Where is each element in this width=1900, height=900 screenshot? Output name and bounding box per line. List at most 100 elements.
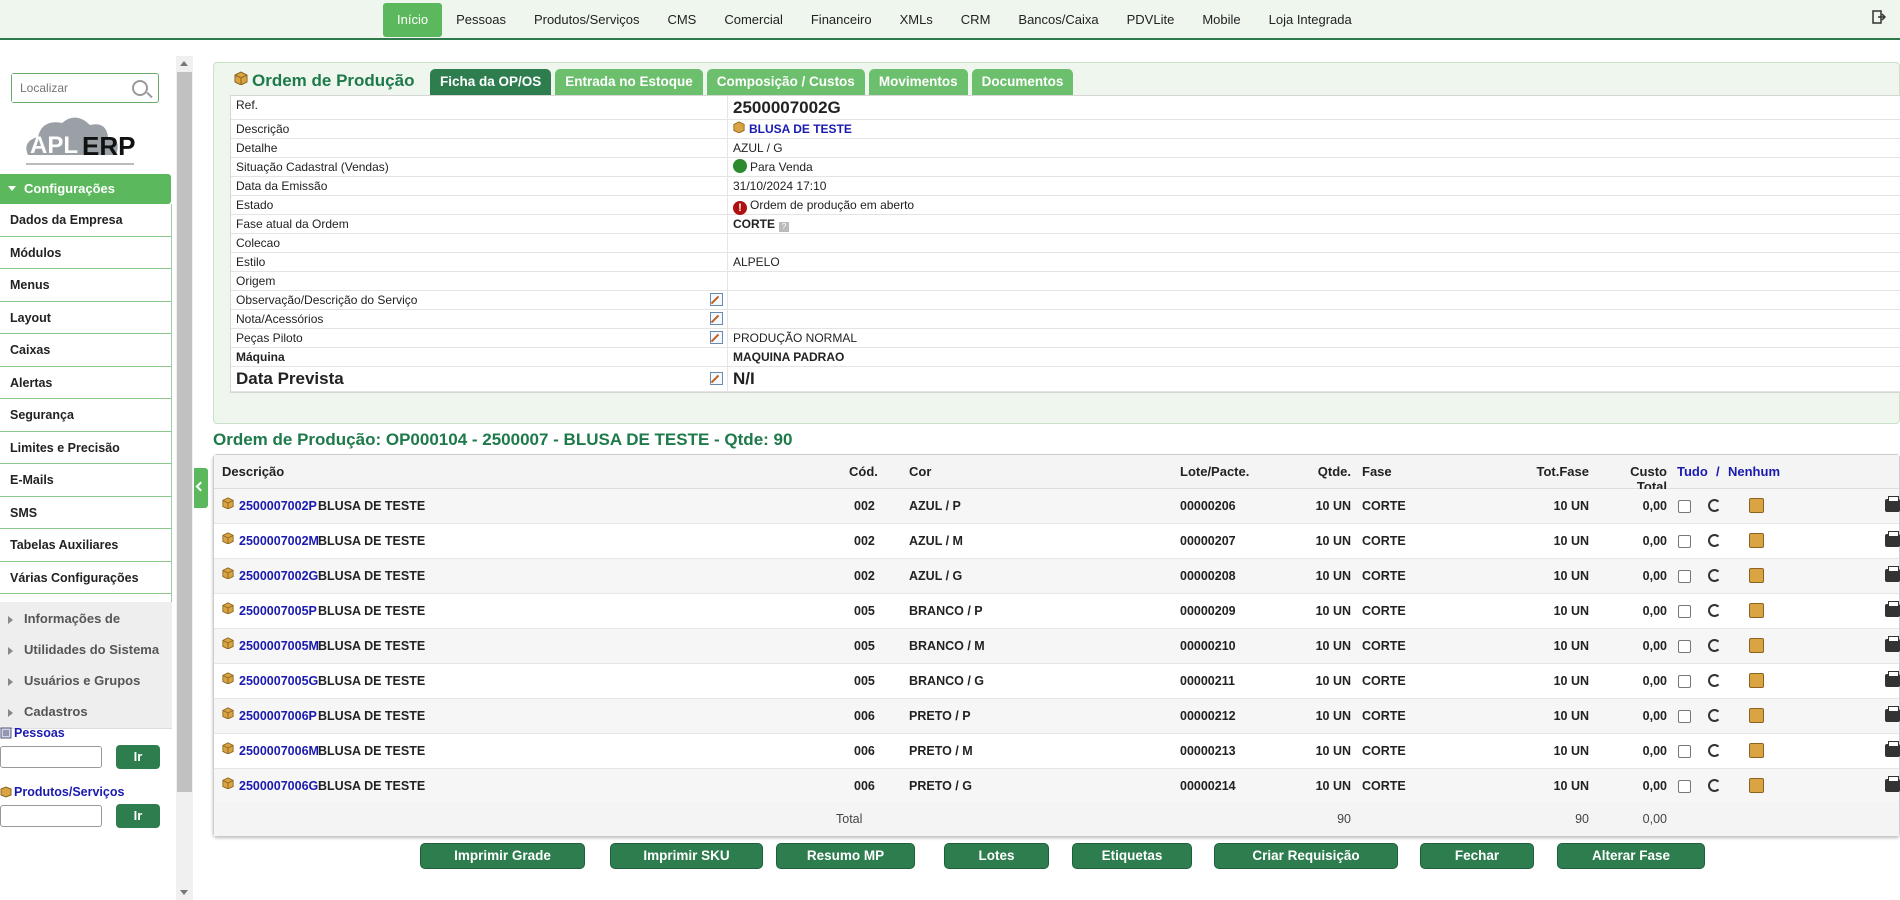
quick-go-button-0[interactable]: Ir — [116, 745, 160, 769]
package-action-icon[interactable] — [1749, 568, 1764, 583]
refresh-icon[interactable] — [1708, 674, 1721, 687]
logout-icon[interactable] — [1872, 10, 1886, 24]
print-icon[interactable] — [1885, 671, 1900, 687]
header-cod[interactable]: Cód. — [849, 464, 878, 479]
tab-0[interactable]: Ficha da OP/OS — [430, 69, 552, 95]
row-checkbox[interactable] — [1678, 570, 1691, 583]
row-checkbox[interactable] — [1678, 500, 1691, 513]
sidebar-item-config-2[interactable]: Menus — [0, 269, 171, 302]
print-icon[interactable] — [1885, 601, 1900, 617]
edit-icon[interactable] — [710, 372, 723, 385]
select-none-link[interactable]: Nenhum — [1728, 464, 1780, 479]
tab-2[interactable]: Composição / Custos — [706, 69, 865, 95]
topnav-item-9[interactable]: PDVLite — [1113, 3, 1189, 37]
tab-1[interactable]: Entrada no Estoque — [555, 69, 703, 95]
sku-link[interactable]: 2500007002M — [239, 534, 319, 548]
topnav-item-4[interactable]: Comercial — [710, 3, 797, 37]
row-checkbox[interactable] — [1678, 745, 1691, 758]
refresh-icon[interactable] — [1708, 499, 1721, 512]
action-button-3[interactable]: Lotes — [944, 843, 1049, 869]
package-action-icon[interactable] — [1749, 638, 1764, 653]
sidebar-item-config-10[interactable]: Tabelas Auxiliares — [0, 529, 171, 562]
header-cor[interactable]: Cor — [909, 464, 931, 479]
sidebar-section-3[interactable]: Cadastros — [0, 695, 172, 729]
action-button-4[interactable]: Etiquetas — [1072, 843, 1192, 869]
refresh-icon[interactable] — [1708, 604, 1721, 617]
quick-go-button-1[interactable]: Ir — [116, 804, 160, 828]
sidebar-scrollbar[interactable] — [176, 56, 193, 900]
edit-icon[interactable] — [710, 312, 723, 325]
topnav-item-10[interactable]: Mobile — [1188, 3, 1254, 37]
topnav-item-7[interactable]: CRM — [947, 3, 1005, 37]
sidebar-item-config-4[interactable]: Caixas — [0, 334, 171, 367]
topnav-item-3[interactable]: CMS — [653, 3, 710, 37]
header-qtde[interactable]: Qtde. — [1297, 464, 1351, 479]
sku-link[interactable]: 2500007006P — [239, 709, 317, 723]
action-button-1[interactable]: Imprimir SKU — [610, 843, 763, 869]
refresh-icon[interactable] — [1708, 779, 1721, 792]
select-all-link[interactable]: Tudo — [1677, 464, 1708, 479]
sku-link[interactable]: 2500007005P — [239, 604, 317, 618]
package-action-icon[interactable] — [1749, 603, 1764, 618]
action-button-7[interactable]: Alterar Fase — [1557, 843, 1705, 869]
topnav-item-8[interactable]: Bancos/Caixa — [1004, 3, 1112, 37]
print-icon[interactable] — [1885, 566, 1900, 582]
topnav-item-2[interactable]: Produtos/Serviços — [520, 3, 654, 37]
header-totfase[interactable]: Tot.Fase — [1534, 464, 1590, 479]
sidebar-item-config-8[interactable]: E-Mails — [0, 464, 171, 497]
print-icon[interactable] — [1885, 531, 1900, 547]
row-checkbox[interactable] — [1678, 605, 1691, 618]
scroll-thumb[interactable] — [177, 72, 192, 792]
quick-input-1[interactable] — [0, 805, 102, 827]
header-fase[interactable]: Fase — [1362, 464, 1392, 479]
print-icon[interactable] — [1885, 741, 1900, 757]
print-icon[interactable] — [1885, 776, 1900, 792]
topnav-item-5[interactable]: Financeiro — [797, 3, 886, 37]
action-button-5[interactable]: Criar Requisição — [1214, 843, 1398, 869]
quick-input-0[interactable] — [0, 746, 102, 768]
row-checkbox[interactable] — [1678, 780, 1691, 793]
sku-link[interactable]: 2500007005G — [239, 674, 318, 688]
sku-link[interactable]: 2500007005M — [239, 639, 319, 653]
tab-4[interactable]: Documentos — [971, 69, 1074, 95]
action-button-2[interactable]: Resumo MP — [776, 843, 915, 869]
refresh-icon[interactable] — [1708, 709, 1721, 722]
topnav-item-6[interactable]: XMLs — [886, 3, 947, 37]
topnav-item-0[interactable]: Início — [383, 3, 443, 37]
sidebar-item-config-0[interactable]: Dados da Empresa — [0, 204, 171, 237]
header-lote[interactable]: Lote/Pacte. — [1180, 464, 1249, 479]
sidebar-item-config-11[interactable]: Várias Configurações — [0, 561, 171, 594]
search-icon[interactable] — [132, 80, 148, 96]
search-input[interactable] — [12, 74, 122, 102]
refresh-icon[interactable] — [1708, 534, 1721, 547]
sidebar-item-config-5[interactable]: Alertas — [0, 366, 171, 399]
tab-3[interactable]: Movimentos — [868, 69, 968, 95]
sku-link[interactable]: 2500007002G — [239, 569, 318, 583]
package-action-icon[interactable] — [1749, 743, 1764, 758]
help-icon[interactable]: ? — [779, 222, 789, 232]
refresh-icon[interactable] — [1708, 569, 1721, 582]
sidebar-item-config-9[interactable]: SMS — [0, 496, 171, 529]
sidebar-item-config-7[interactable]: Limites e Precisão — [0, 431, 171, 464]
sidebar-item-config-6[interactable]: Segurança — [0, 399, 171, 432]
topnav-item-11[interactable]: Loja Integrada — [1255, 3, 1366, 37]
collapse-sidebar-button[interactable] — [194, 468, 208, 508]
package-action-icon[interactable] — [1749, 498, 1764, 513]
action-button-6[interactable]: Fechar — [1420, 843, 1534, 869]
sku-link[interactable]: 2500007006G — [239, 779, 318, 793]
row-checkbox[interactable] — [1678, 675, 1691, 688]
print-icon[interactable] — [1885, 706, 1900, 722]
sidebar-section-1[interactable]: Utilidades do Sistema — [0, 633, 172, 667]
package-action-icon[interactable] — [1749, 708, 1764, 723]
sidebar-section-2[interactable]: Usuários e Grupos — [0, 664, 172, 698]
quick-label-0[interactable]: Pessoas — [0, 726, 65, 740]
sku-link[interactable]: 2500007002P — [239, 499, 317, 513]
refresh-icon[interactable] — [1708, 639, 1721, 652]
row-checkbox[interactable] — [1678, 710, 1691, 723]
package-action-icon[interactable] — [1749, 673, 1764, 688]
refresh-icon[interactable] — [1708, 744, 1721, 757]
header-descricao[interactable]: Descrição — [222, 464, 284, 479]
action-button-0[interactable]: Imprimir Grade — [420, 843, 585, 869]
sidebar-item-config-3[interactable]: Layout — [0, 301, 171, 334]
edit-icon[interactable] — [710, 293, 723, 306]
